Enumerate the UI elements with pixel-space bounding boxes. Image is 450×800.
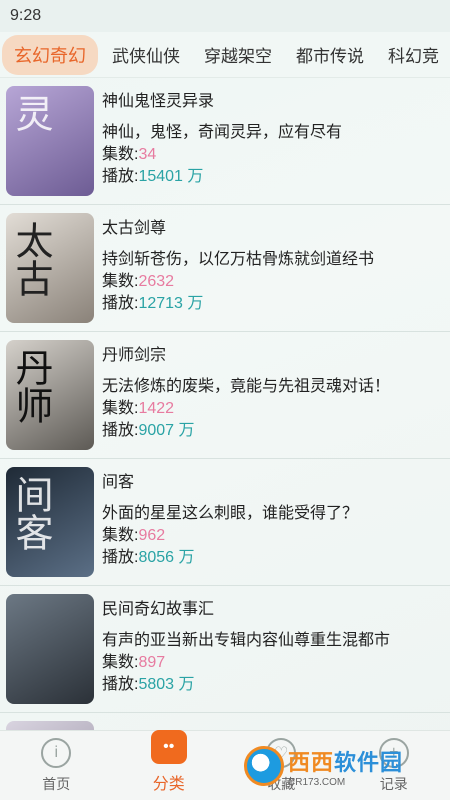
play-count: 播放:15401 万 (102, 168, 204, 185)
cover-glyph: 间客 (9, 475, 53, 551)
album-title: 间客 (102, 474, 135, 491)
album-cover: 丹师 (6, 340, 94, 450)
tab-wuxia[interactable]: 武侠仙侠 (102, 36, 190, 73)
nav-home-label: 首页 (42, 776, 71, 792)
list-item[interactable]: 间客 间客 外面的星星这么刺眼，谁能受得了？ 集数:962 播放:8056 万 (0, 459, 450, 586)
episode-count: 集数:34 (102, 146, 157, 163)
album-desc: 外面的星星这么刺眼，谁能受得了？ (102, 505, 359, 522)
tab-chuanyue[interactable]: 穿越架空 (194, 36, 282, 73)
album-cover (6, 594, 94, 704)
play-count: 播放:12713 万 (102, 295, 204, 312)
album-title: 太古剑尊 (102, 220, 167, 237)
album-title: 丹师剑宗 (102, 347, 167, 364)
watermark-sub: CR173.COM (288, 776, 346, 788)
album-desc: 有声的亚当新出专辑内容仙尊重生混都市 (102, 632, 391, 649)
site-watermark: 西西软件园 CR173.COM (244, 738, 444, 794)
album-desc: 持剑斩苍伤，以亿万枯骨炼就剑道经书 (102, 251, 375, 268)
album-title: 民间奇幻故事汇 (102, 601, 215, 618)
episode-count: 集数:2632 (102, 273, 175, 290)
play-count: 播放:5803 万 (102, 676, 195, 693)
status-bar: 9:28 (0, 0, 450, 32)
play-count: 播放:9007 万 (102, 422, 195, 439)
watermark-main-a: 西西 (288, 749, 335, 775)
category-icon: •• (150, 730, 187, 764)
album-info: 太古剑尊 持剑斩苍伤，以亿万枯骨炼就剑道经书 集数:2632 播放:12713 … (102, 213, 444, 315)
list-item[interactable]: 灵 神仙鬼怪灵异录 神仙，鬼怪，奇闻灵异，应有尽有 集数:34 播放:15401… (0, 78, 450, 205)
tab-xuanhuan[interactable]: 玄幻奇幻 (2, 34, 98, 75)
episode-count: 集数:897 (102, 654, 166, 671)
album-cover: 间客 (6, 467, 94, 577)
album-info: 丹师剑宗 无法修炼的废柴，竟能与先祖灵魂对话！ 集数:1422 播放:9007 … (102, 340, 444, 442)
cover-glyph: 太古 (9, 221, 53, 297)
cover-glyph: 丹师 (9, 348, 53, 424)
album-cover: 灵 (6, 86, 94, 196)
album-info: 民间奇幻故事汇 有声的亚当新出专辑内容仙尊重生混都市 集数:897 播放:580… (102, 594, 444, 696)
list-item[interactable] (0, 713, 450, 730)
category-tabs: 玄幻奇幻 武侠仙侠 穿越架空 都市传说 科幻竞 (0, 32, 450, 78)
play-count: 播放:8056 万 (102, 549, 195, 566)
nav-category[interactable]: •• 分类 (124, 730, 214, 794)
cover-glyph: 灵 (9, 94, 53, 132)
episode-count: 集数:962 (102, 527, 166, 544)
watermark-main-b: 软件园 (334, 749, 404, 775)
list-item[interactable]: 太古 太古剑尊 持剑斩苍伤，以亿万枯骨炼就剑道经书 集数:2632 播放:127… (0, 205, 450, 332)
list-item[interactable]: 民间奇幻故事汇 有声的亚当新出专辑内容仙尊重生混都市 集数:897 播放:580… (0, 586, 450, 713)
album-cover (6, 721, 94, 730)
status-time: 9:28 (10, 7, 42, 24)
album-title: 神仙鬼怪灵异录 (102, 93, 215, 110)
watermark-logo-icon (244, 746, 284, 786)
album-cover: 太古 (6, 213, 94, 323)
album-list: 灵 神仙鬼怪灵异录 神仙，鬼怪，奇闻灵异，应有尽有 集数:34 播放:15401… (0, 78, 450, 730)
album-info: 神仙鬼怪灵异录 神仙，鬼怪，奇闻灵异，应有尽有 集数:34 播放:15401 万 (102, 86, 444, 188)
nav-category-label: 分类 (152, 776, 185, 793)
album-info: 间客 外面的星星这么刺眼，谁能受得了？ 集数:962 播放:8056 万 (102, 467, 444, 569)
album-desc: 无法修炼的废柴，竟能与先祖灵魂对话！ (102, 378, 391, 395)
tab-kehuan[interactable]: 科幻竞 (378, 36, 449, 73)
nav-home[interactable]: i 首页 (11, 738, 101, 794)
tab-dushi[interactable]: 都市传说 (286, 36, 374, 73)
album-desc: 神仙，鬼怪，奇闻灵异，应有尽有 (102, 124, 343, 141)
home-icon: i (41, 738, 72, 768)
episode-count: 集数:1422 (102, 400, 175, 417)
list-item[interactable]: 丹师 丹师剑宗 无法修炼的废柴，竟能与先祖灵魂对话！ 集数:1422 播放:90… (0, 332, 450, 459)
